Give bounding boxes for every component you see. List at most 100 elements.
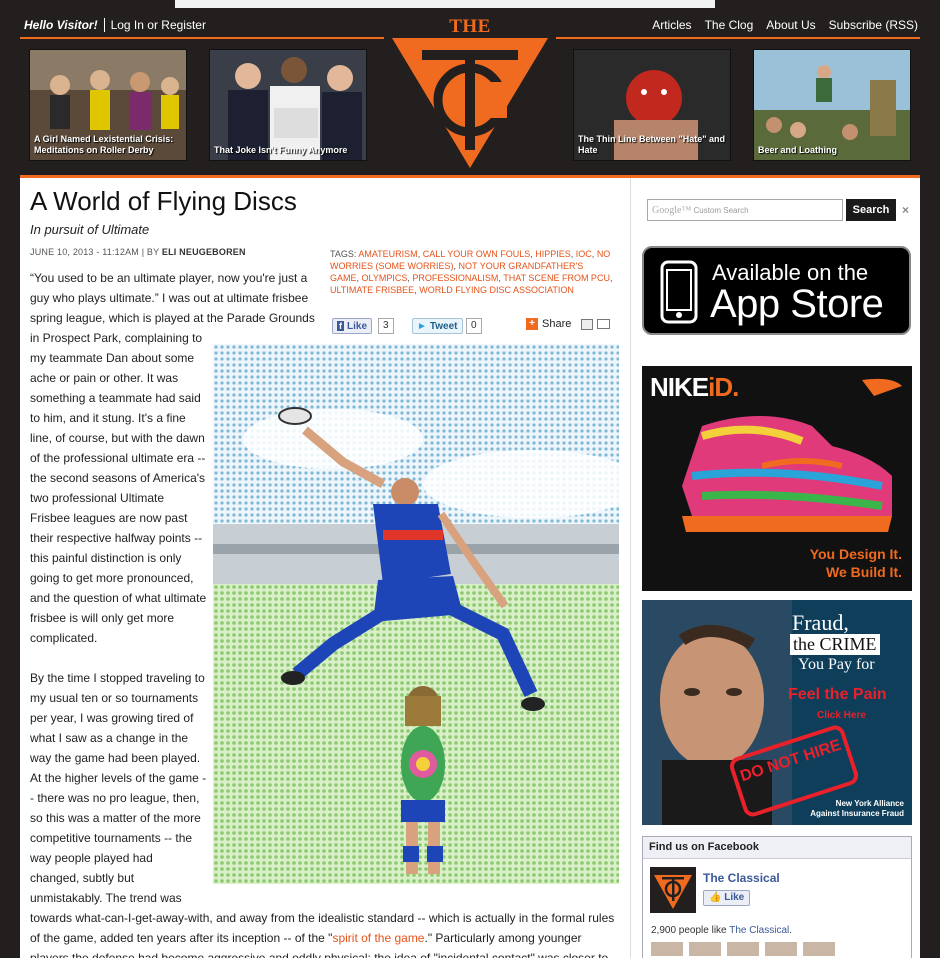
feature-tile-hate[interactable]: The Thin Line Between "Hate" and Hate <box>573 49 731 161</box>
article-text-line: per year, I was growing tired of <box>30 711 194 725</box>
email-icon[interactable] <box>597 319 611 329</box>
article-illustration <box>213 344 619 884</box>
ad-text: You Pay for <box>798 656 875 673</box>
article-text-line: what I saw as a change in the <box>30 731 189 745</box>
tag-link[interactable]: WORLD FLYING DISC ASSOCIATION <box>419 285 574 295</box>
ad-text: Fraud, <box>792 610 849 635</box>
avatar[interactable] <box>803 942 835 956</box>
print-icon[interactable] <box>581 318 594 330</box>
article-text-line: my usual ten or so tournaments <box>30 691 199 705</box>
twitter-icon: ► <box>417 320 427 332</box>
sidebar: Google™ Custom Search Search × Available… <box>630 178 920 958</box>
site-logo[interactable]: THE CLASSICAL <box>392 16 548 168</box>
byline: JUNE 10, 2013 - 11:12AM | BY ELI NEUGEBO… <box>30 247 246 257</box>
greeting: Hello Visitor! <box>24 18 98 32</box>
divider <box>103 18 105 32</box>
social-bar: f Like 3 ► Tweet 0 + Share <box>332 318 622 336</box>
tag-link[interactable]: PROFESSIONALISM <box>412 273 498 283</box>
app-store-badge[interactable]: Available on the App Store <box>642 246 911 335</box>
nav-articles[interactable]: Articles <box>652 18 691 32</box>
article-text-line: - there was no pro league, then, <box>30 791 200 805</box>
google-logo: Google™ <box>652 205 692 216</box>
feature-tile-beer[interactable]: Beer and Loathing <box>753 49 911 161</box>
article-title: A World of Flying Discs <box>30 186 297 216</box>
tag-link[interactable]: IOC <box>576 249 592 259</box>
like-count: 3 <box>378 318 394 334</box>
tweet-button[interactable]: ► Tweet <box>412 318 463 334</box>
article-date: JUNE 10, 2013 - 11:12AM | BY <box>30 247 162 257</box>
user-bar: Hello Visitor! Log In or Register <box>20 13 384 39</box>
facebook-page-link[interactable]: The Classical <box>703 871 780 885</box>
avatar[interactable] <box>765 942 797 956</box>
close-icon[interactable]: × <box>902 203 909 217</box>
facebook-widget: Find us on Facebook The Classical 👍 Like… <box>642 836 912 958</box>
article-text-line: spring league, which is played at the Pa… <box>30 311 315 325</box>
facebook-like-button[interactable]: f Like <box>332 318 373 334</box>
facebook-page-like-button[interactable]: 👍 Like <box>703 890 751 906</box>
appstore-line2: App Store <box>710 282 884 326</box>
article-text-line: By the time I stopped traveling to <box>30 671 205 685</box>
tag-link[interactable]: AMATEURISM <box>358 249 417 259</box>
feature-caption: That Joke Isn't Funny Anymore <box>214 145 348 155</box>
article-text-line: way people played had <box>30 851 153 865</box>
nav-the-clog[interactable]: The Clog <box>705 18 754 32</box>
tag-link[interactable]: THAT SCENE FROM PCU <box>503 273 610 283</box>
facebook-icon: f <box>337 321 344 331</box>
tag-link[interactable]: CALL YOUR OWN FOULS <box>423 249 531 259</box>
feature-tile-joke[interactable]: That Joke Isn't Funny Anymore <box>209 49 367 161</box>
login-link[interactable]: Log In or Register <box>111 18 206 32</box>
share-plus-icon: + <box>526 318 538 330</box>
article-text-line: so this was a matter of the more <box>30 811 201 825</box>
article-subtitle: In pursuit of Ultimate <box>30 222 150 237</box>
ad-sponsor: New York Alliance Against Insurance Fraud <box>810 799 904 818</box>
tag-link[interactable]: HIPPIES <box>535 249 571 259</box>
article-text-line: of the game, added ten years after its i… <box>30 931 582 945</box>
facebook-fan-count: 2,900 people like The Classical. <box>651 925 793 936</box>
nav-about-us[interactable]: About Us <box>766 18 815 32</box>
classical-logo-icon[interactable] <box>650 867 696 913</box>
avatar[interactable] <box>689 942 721 956</box>
avatar[interactable] <box>651 942 683 956</box>
insurance-fraud-ad[interactable]: Fraud, the CRIME You Pay for Feel the Pa… <box>642 600 912 825</box>
fan-avatars <box>651 942 835 956</box>
feature-caption: A Girl Named Lexistential Crisis: Medita… <box>34 134 174 155</box>
feature-caption: Beer and Loathing <box>758 145 838 155</box>
ad-click-here[interactable]: Click Here <box>817 710 866 721</box>
feature-tile-roller-derby[interactable]: A Girl Named Lexistential Crisis: Medita… <box>29 49 187 161</box>
article: A World of Flying Discs In pursuit of Ul… <box>20 178 630 958</box>
tag-list: TAGS: AMATEURISM, CALL YOUR OWN FOULS, H… <box>330 249 613 295</box>
article-text-line: unmistakably. The trend was <box>30 891 182 905</box>
tag-link[interactable]: ULTIMATE FRISBEE <box>330 285 414 295</box>
search-input[interactable]: Google™ Custom Search <box>647 199 843 221</box>
nike-ad[interactable]: NIKEiD. You Design It. We Build It. <box>642 366 912 591</box>
iphone-icon <box>660 260 698 324</box>
thumbs-up-icon: 👍 <box>709 892 722 903</box>
nav-subscribe-rss[interactable]: Subscribe (RSS) <box>829 18 918 32</box>
ad-text: the CRIME <box>790 634 880 655</box>
logo-triangle-icon <box>392 38 548 168</box>
nike-cta: You Design It. We Build It. <box>809 546 902 580</box>
article-text-line: guy who plays ultimate.” I was out at ul… <box>30 291 309 305</box>
spirit-of-the-game-link[interactable]: spirit of the game <box>332 931 424 945</box>
feature-caption: The Thin Line Between "Hate" and Hate <box>578 134 726 155</box>
tags-label: TAGS: <box>330 249 359 259</box>
tag-link[interactable]: OLYMPICS <box>362 273 408 283</box>
article-text-line: “You used to be an ultimate player, now … <box>30 271 308 285</box>
article-text-line: competitive tournaments -- the <box>30 831 193 845</box>
article-text-line: At the higher levels of the game - <box>30 771 207 785</box>
article-text-line: changed, subtly but <box>30 871 135 885</box>
ad-text: Feel the Pain <box>788 686 887 703</box>
author-link[interactable]: ELI NEUGEBOREN <box>162 247 246 257</box>
tweet-count: 0 <box>466 318 482 334</box>
avatar[interactable] <box>727 942 759 956</box>
search-button[interactable]: Search <box>846 199 896 221</box>
article-text-line: towards what-can-I-get-away-with, and aw… <box>30 911 615 925</box>
article-paragraph: By the time I stopped traveling to my usu… <box>30 668 206 908</box>
facebook-widget-title: Find us on Facebook <box>643 837 911 859</box>
main-nav: Articles The Clog About Us Subscribe (RS… <box>556 13 920 39</box>
article-text-line: players the defense had become aggressiv… <box>30 951 609 958</box>
share-button[interactable]: + Share <box>526 318 611 330</box>
facebook-page-link[interactable]: The Classical <box>729 925 789 936</box>
article-text-line: way the game had been played. <box>30 751 201 765</box>
top-banner <box>0 0 940 10</box>
